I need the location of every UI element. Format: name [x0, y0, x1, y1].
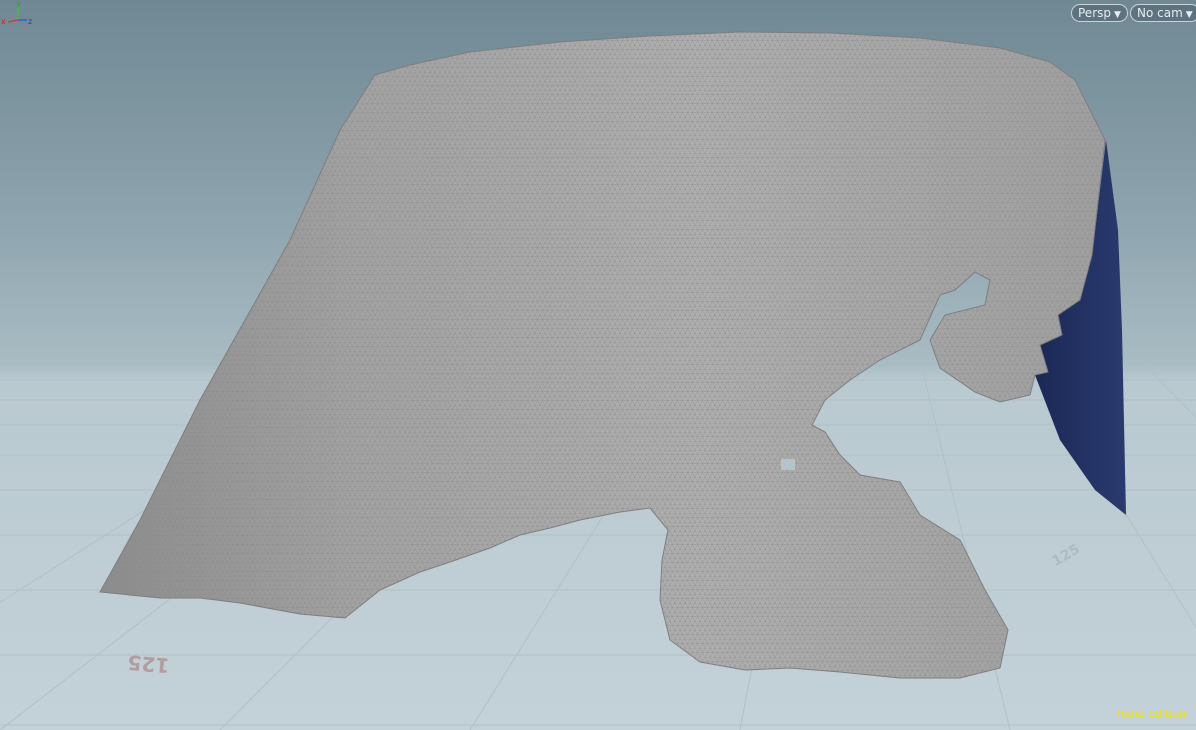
- grid-number: 125: [1049, 541, 1082, 569]
- mesh-wireframe: [100, 32, 1105, 678]
- caret-down-icon: ▼: [1114, 10, 1121, 20]
- 3d-viewport[interactable]: 125 125 y x z Persp ▼ No cam ▼ Indie Editi…: [0, 0, 1196, 730]
- camera-mode-dropdown[interactable]: Persp ▼: [1071, 4, 1128, 22]
- axis-gizmo: y x z: [1, 0, 32, 26]
- axis-z-label: z: [28, 17, 32, 26]
- camera-select-dropdown[interactable]: No cam ▼: [1130, 4, 1196, 22]
- axis-x-label: x: [1, 17, 6, 26]
- edition-label: Indie Edition: [1117, 707, 1186, 720]
- viewport-scene: 125 125: [0, 31, 1196, 730]
- caret-down-icon: ▼: [1185, 10, 1193, 20]
- camera-label: No cam: [1137, 6, 1183, 20]
- axis-y-label: y: [16, 0, 21, 8]
- grid-number: 125: [127, 650, 171, 678]
- mesh-hole: [781, 459, 795, 470]
- camera-mode-label: Persp: [1078, 6, 1111, 20]
